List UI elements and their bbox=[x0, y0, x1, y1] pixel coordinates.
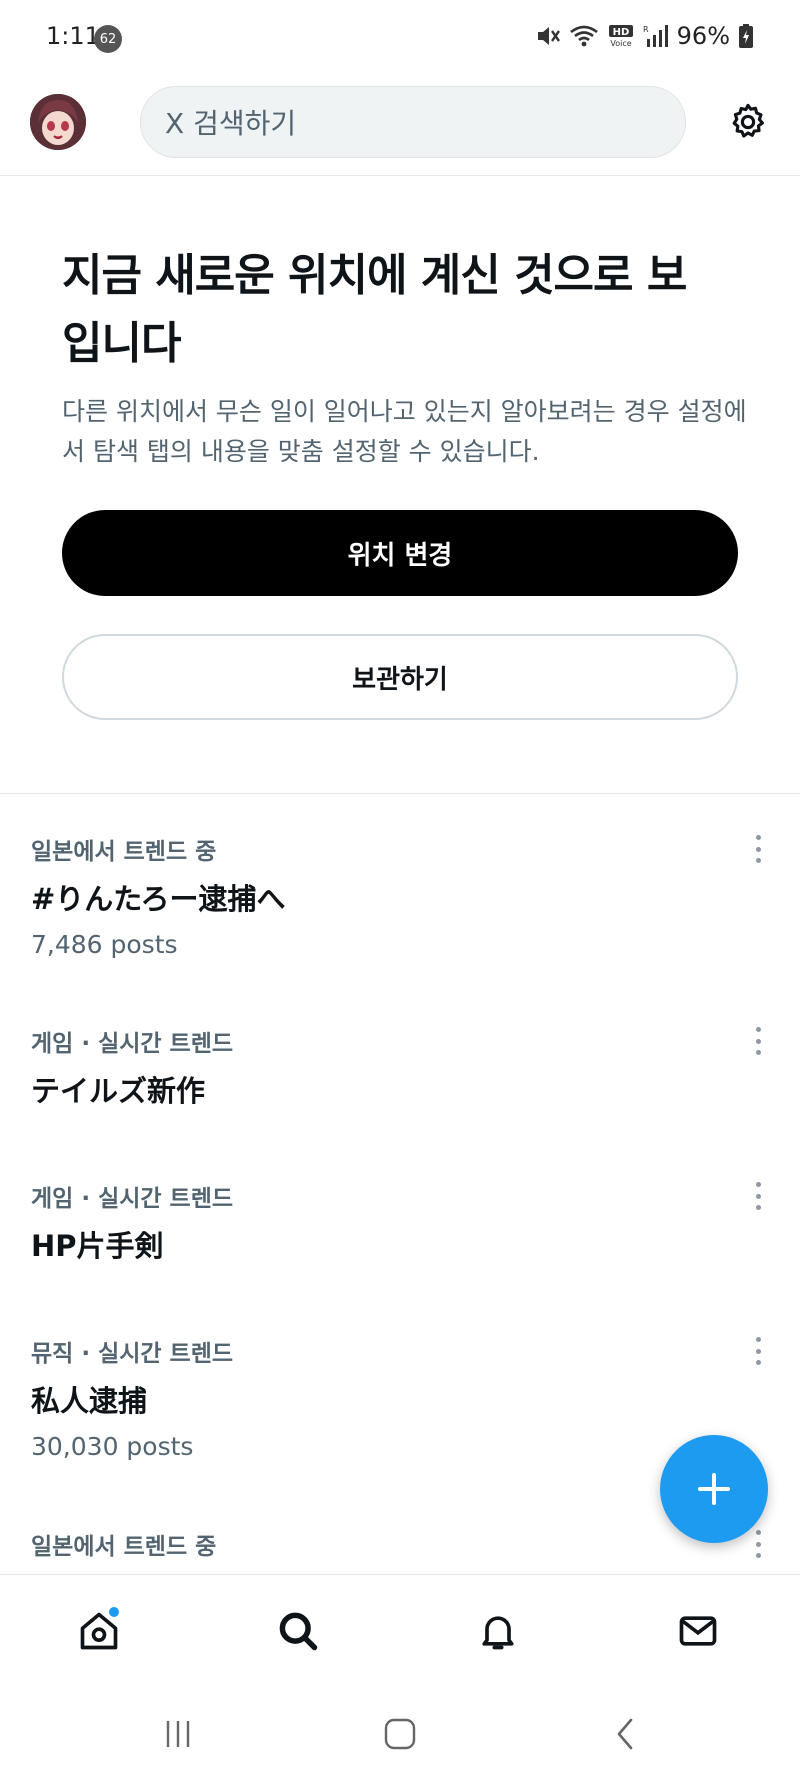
nav-home[interactable] bbox=[69, 1601, 129, 1661]
trend-item[interactable]: 게임 · 실시간 트렌드 HP片手剣 bbox=[0, 1167, 800, 1297]
nav-notifications[interactable] bbox=[468, 1601, 528, 1661]
back-button[interactable] bbox=[596, 1710, 656, 1758]
search-input[interactable]: X 검색하기 bbox=[140, 86, 686, 158]
location-prompt-card: 지금 새로운 위치에 계신 것으로 보입니다 다른 위치에서 무슨 일이 일어나… bbox=[0, 176, 800, 794]
trend-name: HP片手剣 bbox=[31, 1229, 164, 1263]
search-placeholder: X 검색하기 bbox=[165, 107, 297, 140]
svg-text:R: R bbox=[643, 25, 649, 34]
change-location-button[interactable]: 위치 변경 bbox=[62, 510, 738, 596]
more-options-icon[interactable] bbox=[746, 1334, 770, 1368]
gear-icon bbox=[732, 103, 764, 138]
top-app-bar: X 검색하기 bbox=[0, 76, 800, 176]
trend-item[interactable]: 게임 · 실시간 트렌드 テイルズ新作 bbox=[0, 1012, 800, 1142]
home-square-icon bbox=[384, 1718, 416, 1750]
system-navigation-bar bbox=[0, 1686, 800, 1778]
trend-meta: 일본에서 트렌드 중 bbox=[31, 1534, 217, 1560]
svg-text:Voice: Voice bbox=[610, 39, 631, 48]
mail-icon bbox=[679, 1616, 717, 1646]
plus-icon bbox=[698, 1473, 730, 1505]
nav-messages[interactable] bbox=[668, 1601, 728, 1661]
nav-explore[interactable] bbox=[268, 1601, 328, 1661]
bottom-navigation bbox=[0, 1574, 800, 1686]
hd-voice-icon: HD Voice bbox=[608, 25, 633, 48]
compose-fab-button[interactable] bbox=[660, 1435, 768, 1543]
status-bar: 1:11 62 HD Voice R 96% bbox=[0, 0, 800, 76]
keep-button[interactable]: 보관하기 bbox=[62, 634, 738, 720]
trend-name: テイルズ新作 bbox=[31, 1074, 206, 1108]
chevron-left-icon bbox=[617, 1718, 633, 1750]
trend-post-count: 7,486 posts bbox=[31, 930, 178, 959]
trend-meta: 뮤직 · 실시간 트렌드 bbox=[31, 1341, 234, 1367]
trend-name: #りんたろー逮捕へ bbox=[31, 882, 286, 916]
location-card-title: 지금 새로운 위치에 계신 것으로 보입니다 bbox=[62, 250, 687, 369]
trend-meta: 게임 · 실시간 트렌드 bbox=[31, 1186, 234, 1212]
mute-icon bbox=[537, 27, 560, 45]
wifi-icon bbox=[569, 25, 598, 47]
more-options-icon[interactable] bbox=[746, 1024, 770, 1058]
svg-text:HD: HD bbox=[612, 27, 629, 38]
more-options-icon[interactable] bbox=[746, 832, 770, 866]
trend-item[interactable]: 일본에서 트렌드 중 #りんたろー逮捕へ 7,486 posts bbox=[0, 820, 800, 980]
trend-name: 私人逮捕 bbox=[31, 1384, 148, 1418]
notification-count-badge: 62 bbox=[94, 25, 122, 53]
settings-button[interactable] bbox=[722, 96, 774, 148]
bell-icon bbox=[482, 1616, 514, 1650]
trend-meta: 게임 · 실시간 트렌드 bbox=[31, 1031, 234, 1057]
trend-meta: 일본에서 트렌드 중 bbox=[31, 839, 217, 865]
avatar[interactable] bbox=[30, 94, 86, 150]
home-system-button[interactable] bbox=[370, 1710, 430, 1758]
location-card-description: 다른 위치에서 무슨 일이 일어나고 있는지 알아보려는 경우 설정에서 탐색 … bbox=[62, 397, 747, 466]
status-icons: HD Voice R 96% bbox=[535, 22, 754, 50]
trend-post-count: 30,030 posts bbox=[31, 1432, 194, 1461]
search-icon bbox=[279, 1612, 318, 1651]
more-options-icon[interactable] bbox=[746, 1527, 770, 1561]
recent-apps-icon bbox=[166, 1721, 190, 1747]
recent-apps-button[interactable] bbox=[148, 1710, 208, 1758]
battery-charging-icon bbox=[739, 24, 753, 48]
signal-icon: R bbox=[643, 25, 668, 47]
battery-percent: 96% bbox=[676, 22, 730, 50]
more-options-icon[interactable] bbox=[746, 1179, 770, 1213]
new-content-dot bbox=[109, 1607, 119, 1617]
status-time: 1:11 bbox=[46, 22, 100, 50]
